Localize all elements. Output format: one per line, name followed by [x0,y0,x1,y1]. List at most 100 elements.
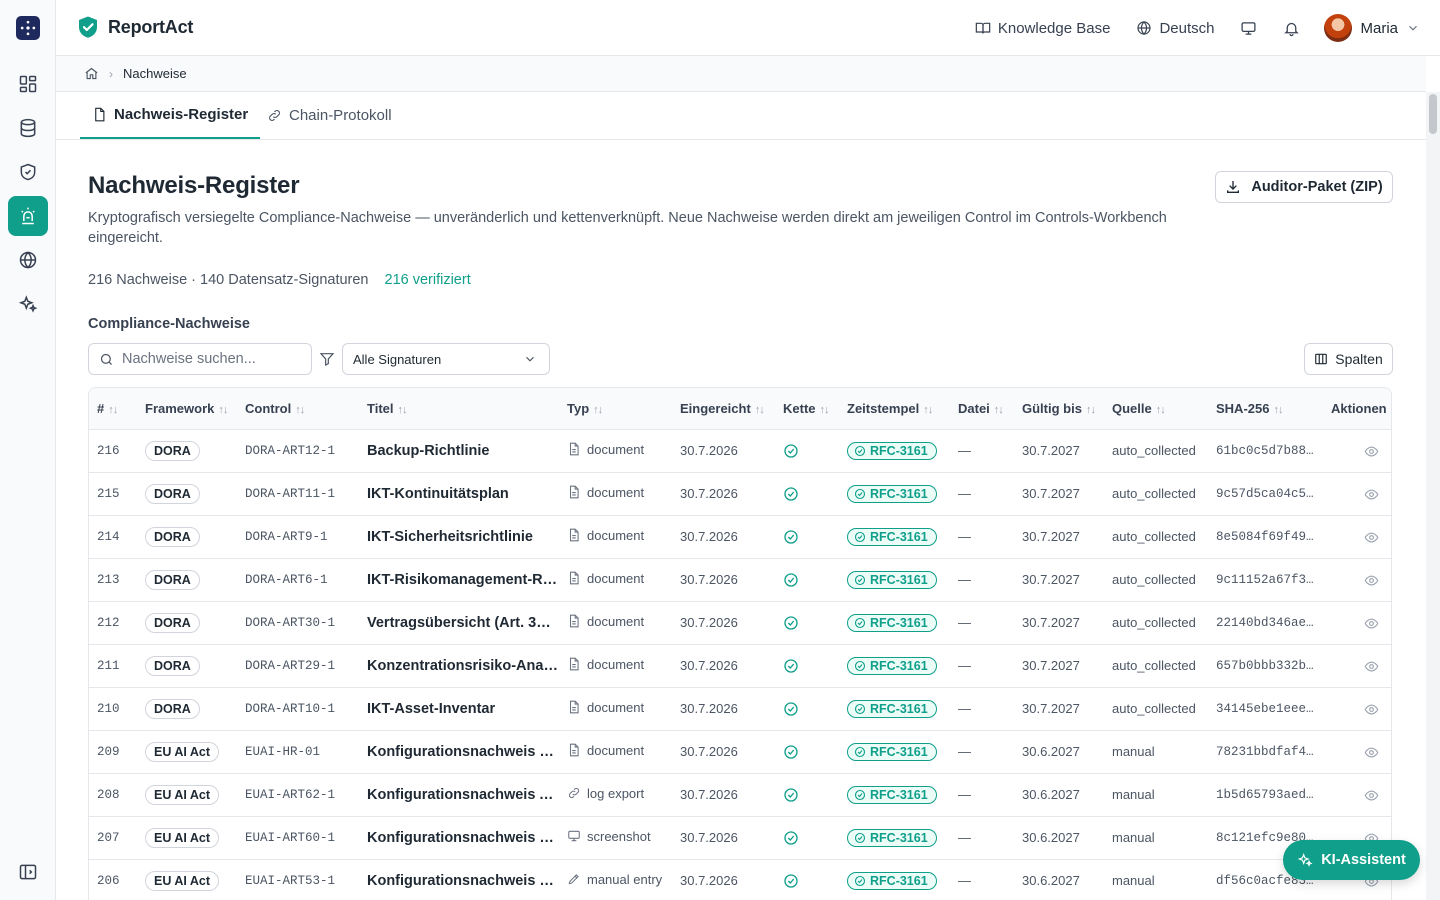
title-cell[interactable]: Konzentrationsrisiko-Anal… [359,644,559,688]
timestamp-badge: RFC-3161 [847,742,937,761]
book-icon [975,22,991,34]
nav-controls[interactable] [8,152,48,192]
nav-dashboard[interactable] [8,64,48,104]
col-header-label: Control [245,400,292,416]
eye-icon[interactable] [1364,702,1379,717]
auditor-package-button[interactable]: Auditor-Paket (ZIP) [1215,171,1393,203]
col-header-file[interactable]: Datei ↑↓ [950,388,1014,430]
app-logo[interactable] [16,16,40,40]
user-menu[interactable]: Maria [1324,14,1420,42]
knowledge-base-link[interactable]: Knowledge Base [975,20,1110,37]
nav-global[interactable] [8,240,48,280]
title-cell[interactable]: Konfigurationsnachweis A… [359,773,559,817]
nav-ai[interactable] [8,284,48,324]
timestamp-badge: RFC-3161 [847,871,937,890]
source-cell: manual [1104,859,1208,900]
chain-cell [775,472,839,516]
control-cell: DORA-ART10-1 [237,687,359,731]
link-icon [568,788,580,799]
eye-icon[interactable] [1364,530,1379,545]
timestamp-badge: RFC-3161 [847,613,937,632]
actions-cell [1323,773,1391,817]
table-row[interactable]: 215 DORA DORA-ART11-1 IKT-Kontinuitätsplan d… [89,472,1391,516]
nav-database[interactable] [8,108,48,148]
eye-icon[interactable] [1364,788,1379,803]
col-header-control[interactable]: Control ↑↓ [237,388,359,430]
type-label: document [587,656,645,672]
col-header-submitted[interactable]: Eingereicht ↑↓ [672,388,775,430]
eye-icon[interactable] [1364,573,1379,588]
col-header-timestamp[interactable]: Zeitstempel ↑↓ [839,388,950,430]
eye-icon[interactable] [1364,745,1379,760]
eye-icon[interactable] [1364,616,1379,631]
title-cell[interactable]: Konfigurationsnachweis C… [359,859,559,900]
notifications-button[interactable] [1283,20,1300,37]
display-button[interactable] [1240,20,1257,37]
title-cell[interactable]: Konfigurationsnachweis … [359,730,559,774]
col-header-type[interactable]: Typ ↑↓ [559,388,672,430]
sha-cell: 9c57d5ca04c5… [1208,472,1323,516]
scrollbar-thumb[interactable] [1429,94,1437,134]
table-row[interactable]: 206 EU AI Act EUAI-ART53-1 Konfigurationsna… [89,859,1391,900]
col-header-valid-until[interactable]: Gültig bis ↑↓ [1014,388,1104,430]
search-box[interactable] [88,343,312,375]
check-circle-icon [784,874,798,888]
eye-icon[interactable] [1364,659,1379,674]
type-cell: document [559,730,672,774]
filter-button[interactable] [319,351,335,372]
collapse-sidebar-button[interactable] [8,852,48,892]
col-header-framework[interactable]: Framework ↑↓ [137,388,237,430]
table-row[interactable]: 212 DORA DORA-ART30-1 Vertragsübersicht (Ar… [89,601,1391,645]
control-cell: DORA-ART9-1 [237,515,359,559]
file-cell: — [950,730,1014,774]
col-header-chain[interactable]: Kette ↑↓ [775,388,839,430]
table-row[interactable]: 208 EU AI Act EUAI-ART62-1 Konfigurationsna… [89,773,1391,817]
control-cell: DORA-ART6-1 [237,558,359,602]
table-row[interactable]: 216 DORA DORA-ART12-1 Backup-Richtlinie docu… [89,429,1391,473]
table-row[interactable]: 213 DORA DORA-ART6-1 IKT-Risikomanagement-R… [89,558,1391,602]
page-scrollbar[interactable] [1426,92,1440,900]
title-cell[interactable]: IKT-Risikomanagement-R… [359,558,559,602]
tab-chain-protokoll[interactable]: Chain-Protokoll [255,92,404,139]
language-switcher[interactable]: Deutsch [1136,20,1214,37]
col-header-sha[interactable]: SHA-256 ↑↓ [1208,388,1323,430]
tab-nachweis-register[interactable]: Nachweis-Register [80,92,261,139]
sha-cell: 61bc0c5d7b88… [1208,429,1323,473]
timestamp-label: RFC-3161 [870,615,928,630]
type-cell: document [559,472,672,516]
file-cell: — [950,816,1014,860]
title-cell[interactable]: Backup-Richtlinie [359,429,559,473]
submitted-cell: 30.7.2026 [672,816,775,860]
check-circle-icon [854,875,866,886]
framework-badge: DORA [145,612,200,633]
nav-evidence[interactable] [8,196,48,236]
col-header-title[interactable]: Titel ↑↓ [359,388,559,430]
col-header-label: Typ [567,400,590,416]
eye-icon[interactable] [1364,444,1379,459]
signature-select[interactable]: Alle Signaturen [342,343,550,375]
table-row[interactable]: 207 EU AI Act EUAI-ART60-1 Konfigurationsna… [89,816,1391,860]
col-header-source[interactable]: Quelle ↑↓ [1104,388,1208,430]
home-icon[interactable] [84,66,99,81]
title-cell[interactable]: IKT-Sicherheitsrichtlinie [359,515,559,559]
language-label: Deutsch [1159,19,1215,37]
brand[interactable]: ReportAct [76,14,193,40]
table-row[interactable]: 210 DORA DORA-ART10-1 IKT-Asset-Inventar doc… [89,687,1391,731]
title-cell[interactable]: Konfigurationsnachweis P… [359,816,559,860]
col-header-label: Titel [367,400,394,416]
title-cell[interactable]: IKT-Asset-Inventar [359,687,559,731]
ai-assistant-button[interactable]: KI-Assistent [1283,840,1420,880]
type-label: log export [587,785,645,801]
section-title: Compliance-Nachweise [88,316,250,332]
pen-icon [568,874,579,885]
title-cell[interactable]: IKT-Kontinuitätsplan [359,472,559,516]
col-header-id[interactable]: # ↑↓ [89,388,137,430]
file-icon [95,107,105,122]
table-row[interactable]: 211 DORA DORA-ART29-1 Konzentrationsrisiko-… [89,644,1391,688]
table-row[interactable]: 209 EU AI Act EUAI-HR-01 Konfigurationsnach… [89,730,1391,774]
columns-button[interactable]: Spalten [1304,343,1393,375]
title-cell[interactable]: Vertragsübersicht (Art. 3… [359,601,559,645]
table-row[interactable]: 214 DORA DORA-ART9-1 IKT-Sicherheitsrichtli… [89,515,1391,559]
search-input[interactable] [122,351,302,367]
eye-icon[interactable] [1364,487,1379,502]
